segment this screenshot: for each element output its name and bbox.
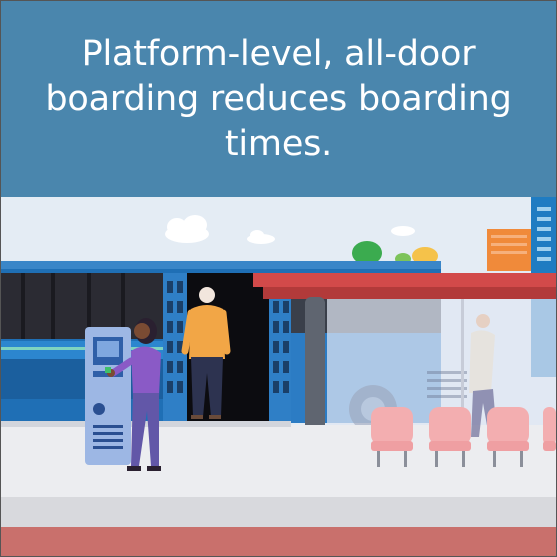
bus-stop-illustration: [1, 197, 556, 556]
cloud-icon: [391, 226, 415, 236]
infographic-frame: Platform-level, all-door boarding reduce…: [0, 0, 557, 557]
ticket-machine-icon: [85, 327, 131, 465]
title-banner: Platform-level, all-door boarding reduce…: [1, 1, 556, 197]
banner-title: Platform-level, all-door boarding reduce…: [45, 33, 512, 164]
bench-icon: [543, 407, 556, 451]
platform-edge: [1, 497, 556, 527]
curb: [1, 527, 556, 556]
